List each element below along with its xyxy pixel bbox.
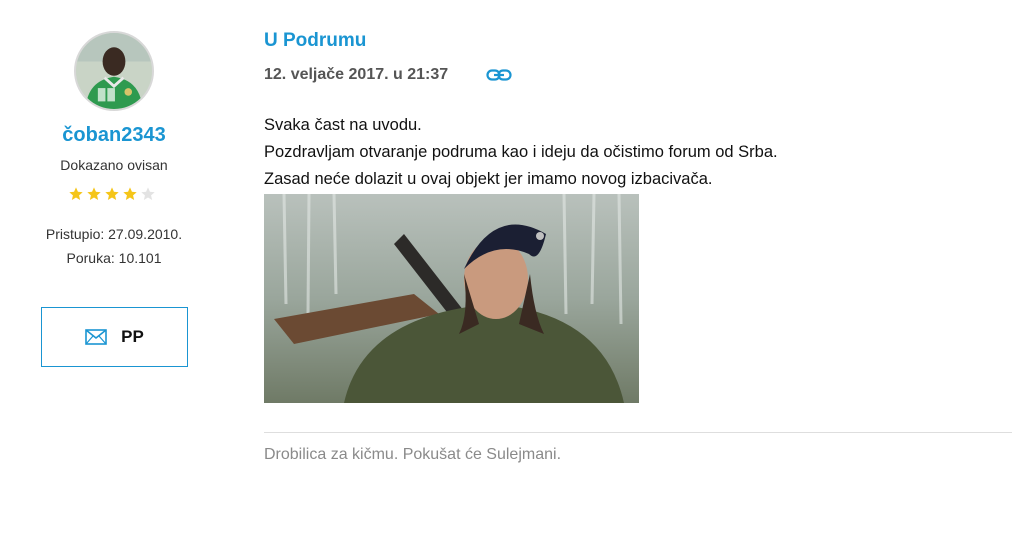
star-empty-icon [141, 187, 155, 200]
post-body-line: Zasad neće dolazit u ovaj objekt jer ima… [264, 170, 713, 188]
avatar[interactable] [74, 31, 154, 111]
soldier-photo [264, 194, 639, 403]
star-filled-icon [87, 187, 101, 200]
post-body-line: Pozdravljam otvaranje podruma kao i idej… [264, 143, 778, 161]
author-rank: Dokazano ovisan [60, 157, 168, 173]
link-icon[interactable] [486, 66, 512, 84]
topic-title-link[interactable]: U Podrumu [264, 30, 366, 52]
author-rating [68, 186, 156, 204]
avatar-image [76, 33, 152, 109]
private-message-label: PP [121, 327, 144, 346]
envelope-icon [85, 329, 107, 345]
private-message-button[interactable]: PP [41, 307, 188, 367]
post-image[interactable] [264, 194, 639, 403]
post-date: 12. veljače 2017. u 21:37 [264, 66, 449, 83]
author-joined-date: Pristupio: 27.09.2010. [45, 226, 183, 242]
signature-divider [264, 432, 1012, 433]
author-signature: Drobilica za kičmu. Pokušat će Sulejmani… [264, 446, 562, 463]
author-post-count: Poruka: 10.101 [66, 250, 162, 266]
star-filled-icon [69, 187, 83, 200]
author-username[interactable]: čoban2343 [0, 124, 228, 147]
post-body-line: Svaka čast na uvodu. [264, 116, 422, 134]
star-filled-icon [105, 187, 119, 200]
star-filled-icon [123, 187, 137, 200]
